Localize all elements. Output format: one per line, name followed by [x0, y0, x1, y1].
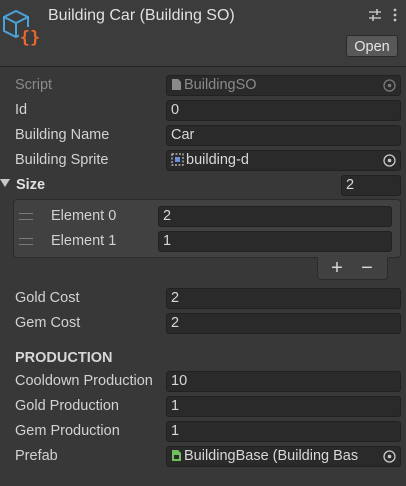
add-element-button[interactable]: +	[327, 257, 347, 279]
gem-production-label: Gem Production	[15, 423, 120, 439]
object-picker-icon[interactable]	[382, 449, 397, 464]
gold-cost-field[interactable]: 2	[166, 288, 401, 309]
prefab-label: Prefab	[15, 448, 58, 464]
drag-handle-icon[interactable]	[19, 213, 33, 220]
sprite-icon	[171, 153, 184, 166]
gem-cost-label: Gem Cost	[15, 315, 81, 331]
gem-production-field[interactable]: 1	[166, 421, 401, 442]
building-name-label: Building Name	[15, 127, 110, 143]
element-1-label: Element 1	[51, 233, 117, 249]
drag-handle-icon[interactable]	[19, 238, 33, 245]
prefab-file-icon	[172, 450, 181, 461]
remove-element-button[interactable]: −	[357, 257, 377, 279]
building-sprite-field[interactable]: building-d	[166, 150, 401, 171]
foldout-arrow-icon[interactable]	[0, 179, 10, 187]
element-0-label: Element 0	[51, 208, 117, 224]
id-label: Id	[15, 102, 28, 118]
building-sprite-label: Building Sprite	[15, 152, 109, 168]
size-label[interactable]: Size	[16, 177, 45, 193]
open-button[interactable]: Open	[346, 35, 398, 57]
cooldown-production-field[interactable]: 10	[166, 371, 401, 392]
building-name-field[interactable]: Car	[166, 125, 401, 146]
element-0-field[interactable]: 2	[158, 206, 392, 227]
building-sprite-value: building-d	[186, 152, 249, 168]
script-label: Script	[15, 77, 53, 93]
gem-cost-field[interactable]: 2	[166, 313, 401, 334]
sliders-icon[interactable]	[368, 8, 382, 22]
production-heading: PRODUCTION	[15, 350, 113, 366]
prefab-field[interactable]: BuildingBase (Building Bas	[166, 446, 401, 467]
object-picker-icon[interactable]	[382, 78, 397, 93]
svg-text:{}: {}	[20, 28, 40, 48]
gold-production-field[interactable]: 1	[166, 396, 401, 417]
script-value: BuildingSO	[184, 77, 257, 93]
cooldown-production-label: Cooldown Production	[15, 373, 153, 389]
element-1-field[interactable]: 1	[158, 231, 392, 252]
gold-production-label: Gold Production	[15, 398, 119, 414]
script-file-icon	[172, 79, 181, 90]
script-field[interactable]: BuildingSO	[166, 75, 401, 96]
prefab-value: BuildingBase (Building Bas	[184, 448, 359, 464]
size-count-field[interactable]: 2	[341, 175, 401, 196]
list-footer: + −	[317, 257, 388, 280]
inspector-header: {} Building Car (Building SO) Open	[0, 0, 406, 67]
id-field[interactable]: 0	[166, 100, 401, 121]
kebab-menu-icon[interactable]	[388, 8, 402, 22]
object-picker-icon[interactable]	[382, 153, 397, 168]
scriptable-object-icon: {}	[3, 9, 41, 48]
gold-cost-label: Gold Cost	[15, 290, 80, 306]
inspector-title: Building Car (Building SO)	[48, 7, 235, 24]
